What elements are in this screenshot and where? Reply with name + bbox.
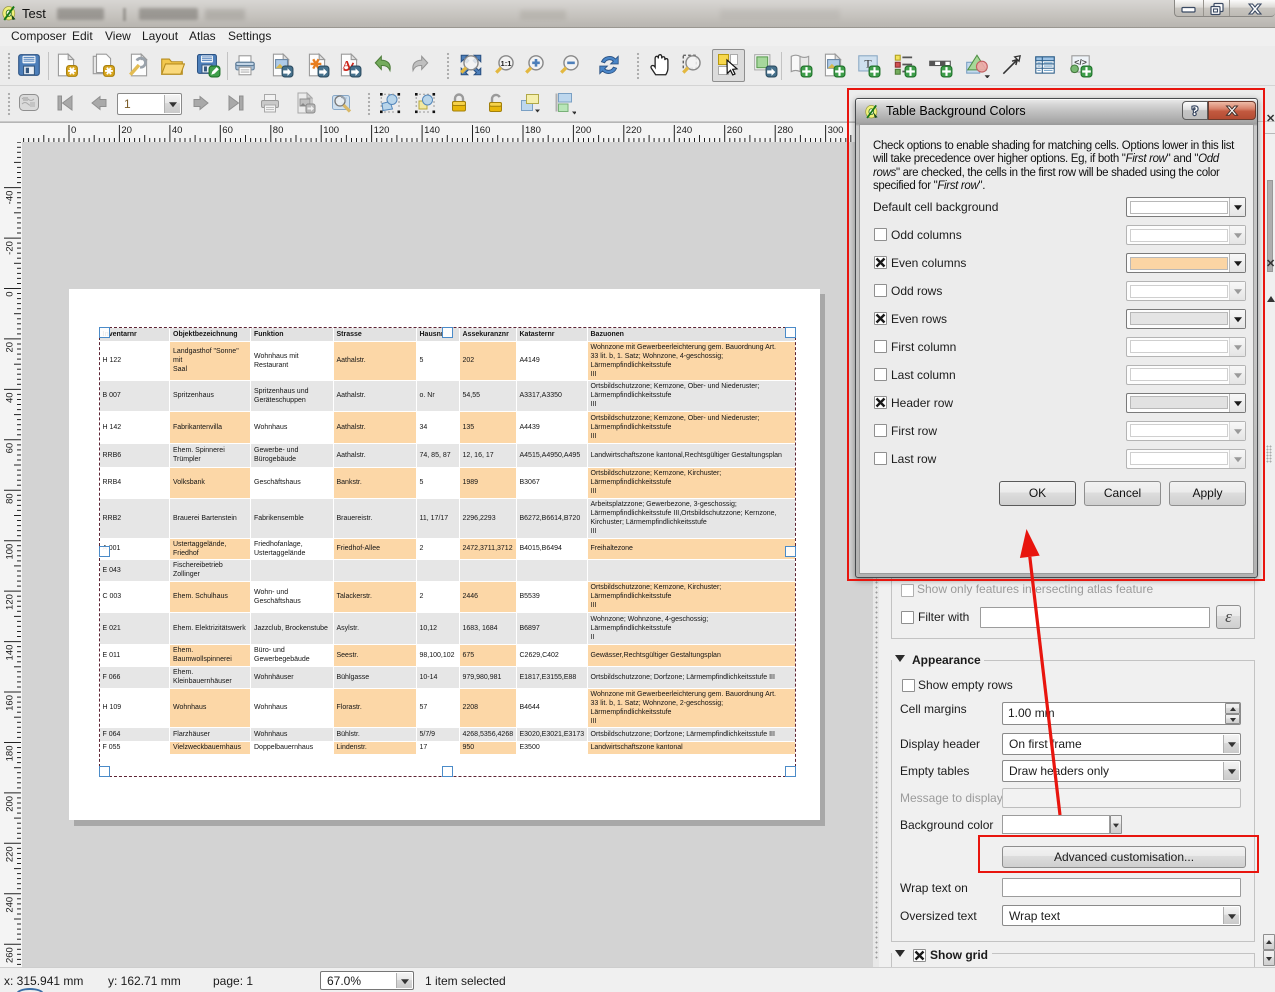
svg-text:140: 140: [424, 125, 440, 136]
svg-text:1:1: 1:1: [501, 59, 512, 68]
svg-text:0: 0: [71, 125, 76, 136]
svg-text:200: 200: [5, 796, 16, 812]
svg-text:100: 100: [323, 125, 339, 136]
svg-text:60: 60: [5, 443, 16, 454]
svg-text:160: 160: [5, 695, 16, 711]
svg-text:100: 100: [5, 544, 16, 560]
svg-text:260: 260: [726, 125, 742, 136]
svg-text:240: 240: [5, 897, 16, 913]
svg-text:40: 40: [171, 125, 182, 136]
svg-text:120: 120: [5, 594, 16, 610]
svg-text:280: 280: [777, 125, 793, 136]
svg-text:300: 300: [827, 125, 843, 136]
svg-text:80: 80: [5, 493, 16, 504]
svg-text:180: 180: [525, 125, 541, 136]
svg-text:120: 120: [373, 125, 389, 136]
svg-text:140: 140: [5, 645, 16, 661]
svg-text:0: 0: [5, 292, 16, 297]
svg-text:-40: -40: [5, 191, 16, 205]
svg-text:180: 180: [5, 746, 16, 762]
svg-text:60: 60: [222, 125, 233, 136]
svg-text:260: 260: [5, 947, 16, 963]
svg-text:240: 240: [676, 125, 692, 136]
svg-text:-20: -20: [5, 241, 16, 255]
svg-text:200: 200: [575, 125, 591, 136]
svg-text:40: 40: [5, 392, 16, 403]
svg-text:220: 220: [625, 125, 641, 136]
svg-text:80: 80: [272, 125, 283, 136]
svg-text:220: 220: [5, 846, 16, 862]
svg-text:20: 20: [5, 342, 16, 353]
svg-text:20: 20: [121, 125, 132, 136]
svg-text:160: 160: [474, 125, 490, 136]
